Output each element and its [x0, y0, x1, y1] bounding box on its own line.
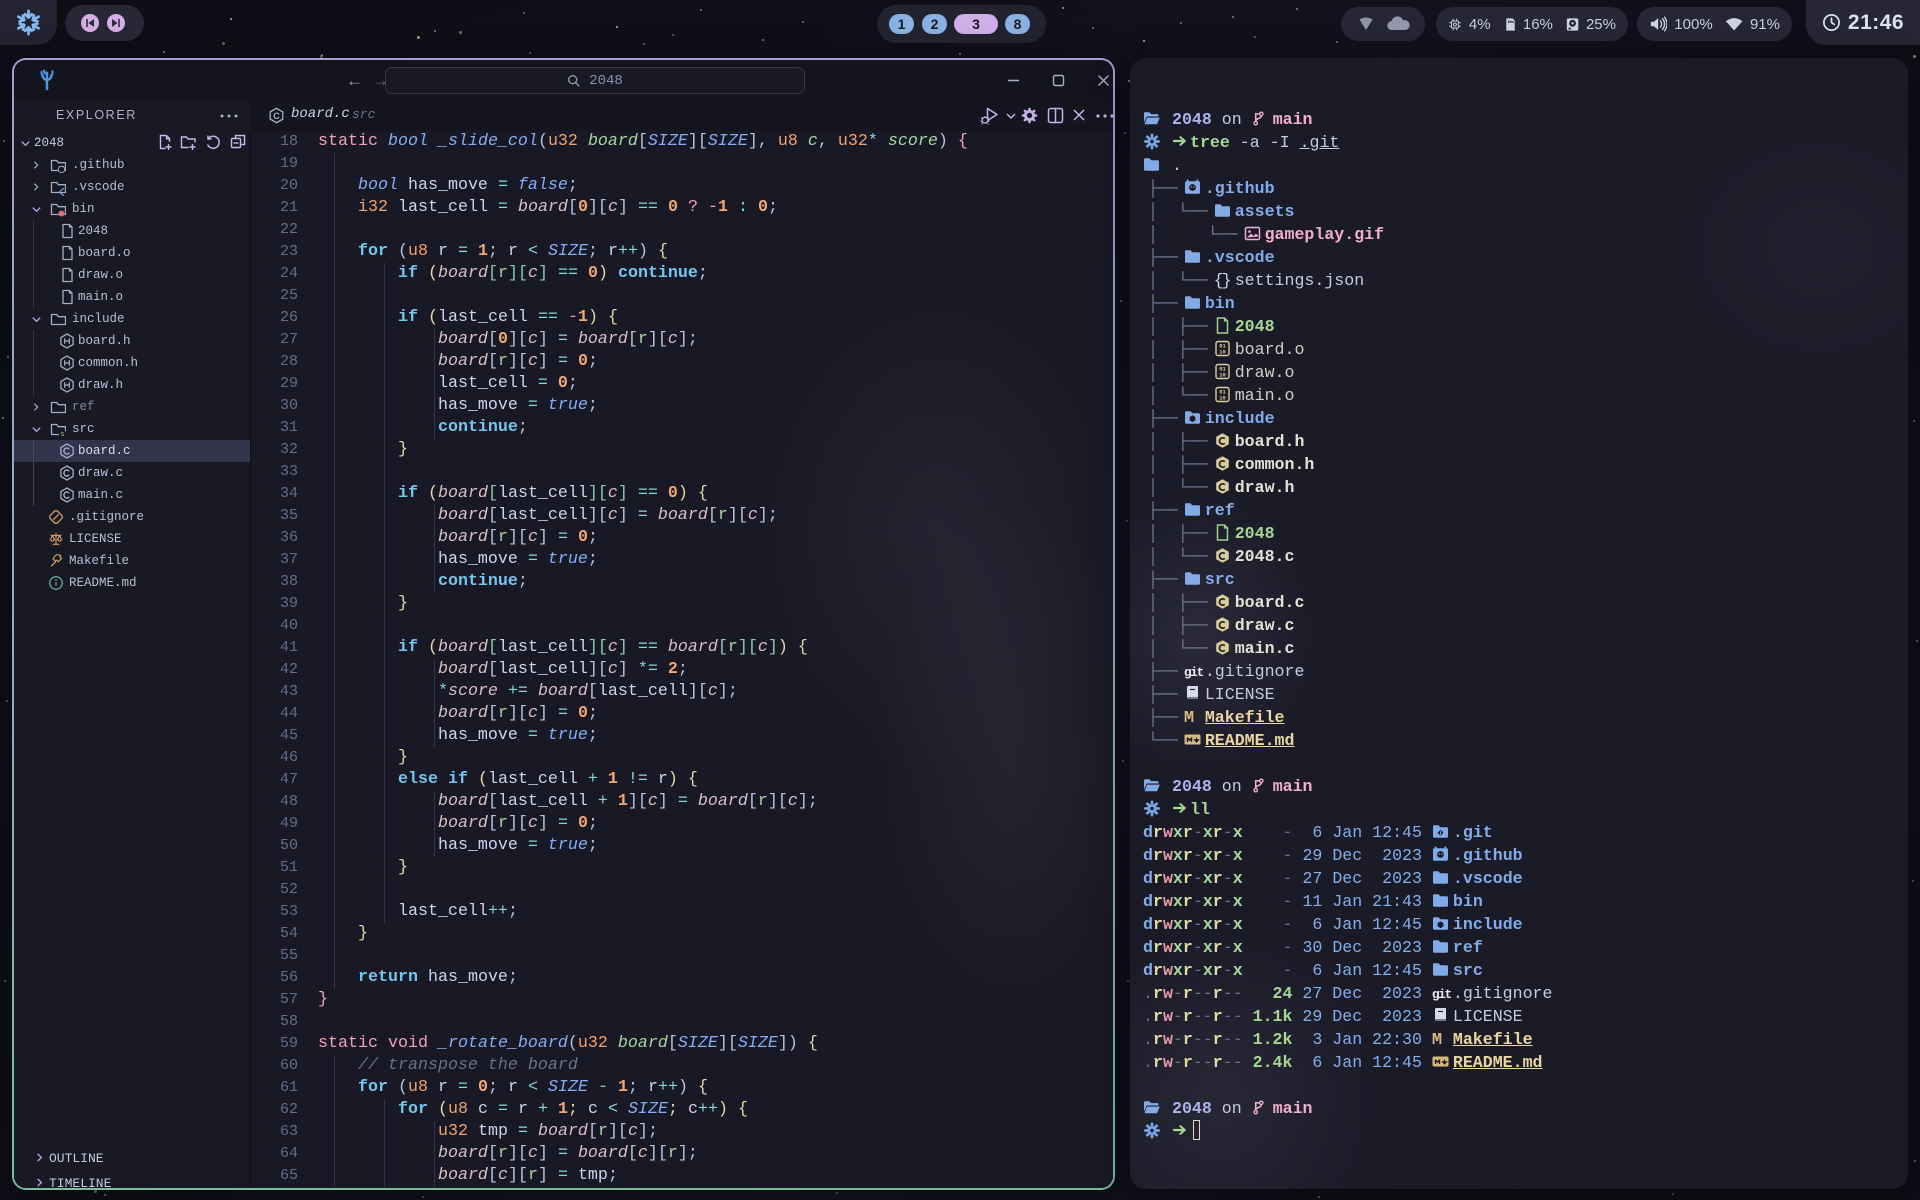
svg-text:s: s: [60, 431, 64, 438]
svg-text:C: C: [273, 111, 280, 121]
